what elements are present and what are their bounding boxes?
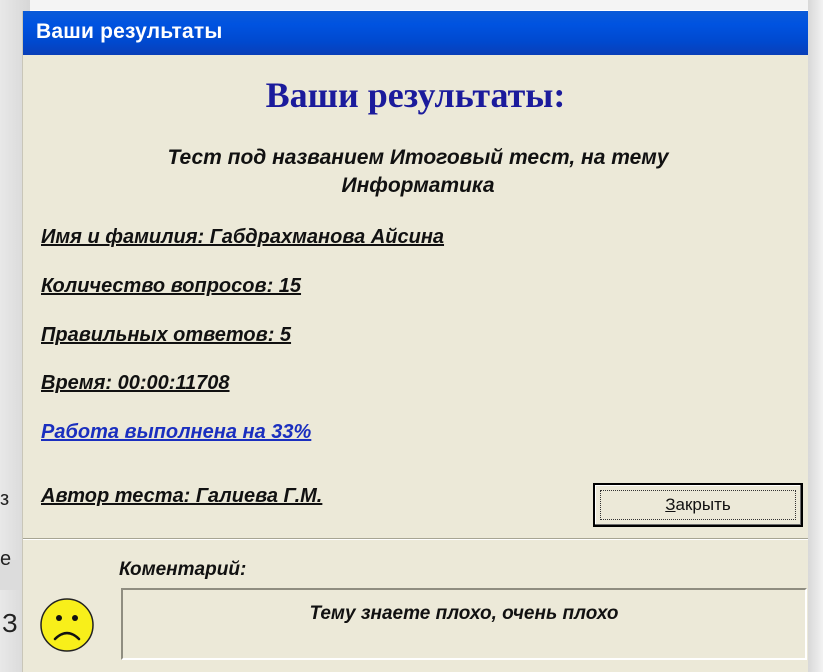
completion-percent-link[interactable]: Работа выполнена на 33% xyxy=(41,421,311,444)
desktop-background-right xyxy=(808,0,823,672)
sad-face-icon xyxy=(40,598,94,652)
comment-box: Тему знаете плохо, очень плохо xyxy=(121,588,807,660)
student-name: Имя и фамилия: Габдрахманова Айсина xyxy=(41,226,445,248)
close-button[interactable]: Закрыть xyxy=(593,483,803,527)
window-title: Ваши результаты xyxy=(36,20,223,43)
title-bar[interactable]: Ваши результаты xyxy=(23,11,808,55)
focus-rectangle xyxy=(600,490,796,520)
correct-answers: Правильных ответов: 5 xyxy=(41,324,292,346)
background-text-fragment: е xyxy=(0,548,12,570)
elapsed-time: Время: 00:00:11708 xyxy=(41,372,230,394)
results-dialog: Ваши результаты Ваши результаты: Тест по… xyxy=(23,11,808,672)
test-author: Автор теста: Галиева Г.М. xyxy=(41,485,323,507)
background-text-fragment: з xyxy=(0,488,10,510)
comment-label: Коментарий: xyxy=(119,559,247,580)
comment-text: Тему знаете плохо, очень плохо xyxy=(309,603,619,624)
test-description-line-2: Информатика xyxy=(341,174,495,197)
test-description-line-1: Тест под названием Итоговый тест, на тем… xyxy=(167,146,669,169)
desktop-background xyxy=(0,0,823,10)
section-divider xyxy=(23,538,808,540)
question-count: Количество вопросов: 15 xyxy=(41,275,302,297)
test-description: Тест под названием Итоговый тест, на тем… xyxy=(103,144,733,200)
results-heading: Ваши результаты: xyxy=(265,75,566,115)
